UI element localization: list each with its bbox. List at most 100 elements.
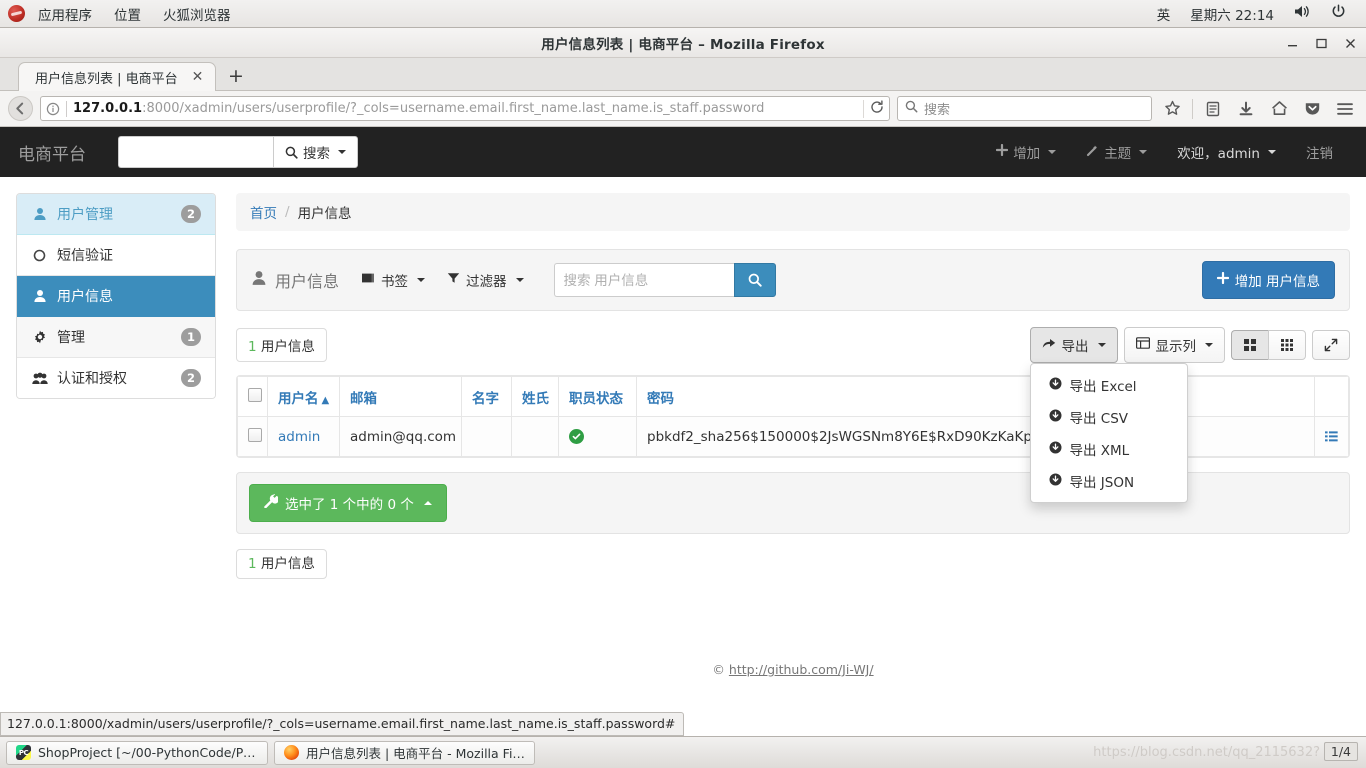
home-icon[interactable] xyxy=(1266,96,1292,122)
page-viewport: 电商平台 搜索 增加 主题 欢迎，admin 注销 用户管理 2 短信验证 用户… xyxy=(0,127,1366,736)
footer-link[interactable]: http://github.com/Ji-WJ/ xyxy=(729,662,874,677)
select-all-checkbox[interactable] xyxy=(248,387,262,402)
column-header-last-name[interactable]: 姓氏 xyxy=(511,376,559,417)
url-host: 127.0.0.1 xyxy=(73,101,143,116)
chevron-down-icon xyxy=(1048,150,1057,154)
taskbar-item-label: 用户信息列表 | 电商平台 - Mozilla Fi… xyxy=(306,746,525,761)
page-info-icon[interactable] xyxy=(46,102,60,116)
grid-small-icon[interactable] xyxy=(1268,330,1306,360)
download-circle-icon xyxy=(1049,377,1062,394)
columns-button[interactable]: 显示列 xyxy=(1123,327,1225,363)
result-count-label: 用户信息 xyxy=(260,339,315,355)
export-json-item[interactable]: 导出 JSON xyxy=(1031,465,1187,497)
navbar-item-logout[interactable]: 注销 xyxy=(1291,127,1348,177)
cell-last-name xyxy=(511,416,559,457)
filters-label: 过滤器 xyxy=(466,274,507,290)
username-link[interactable]: admin xyxy=(278,429,320,445)
breadcrumb-home[interactable]: 首页 xyxy=(250,202,277,222)
navbar-item-user-label: 欢迎，admin xyxy=(1177,146,1260,162)
app-brand[interactable]: 电商平台 xyxy=(18,140,118,165)
grid-large-icon[interactable] xyxy=(1231,330,1268,360)
fedora-logo-icon[interactable] xyxy=(8,5,25,22)
navbar-search-button[interactable]: 搜索 xyxy=(273,136,358,168)
cell-is-staff xyxy=(558,416,637,457)
taskbar-item-label: ShopProject [~/00-PythonCode/Pro… xyxy=(38,745,258,760)
close-button[interactable] xyxy=(1343,36,1358,51)
add-user-button[interactable]: 增加 用户信息 xyxy=(1201,261,1335,299)
search-input[interactable] xyxy=(553,263,734,297)
sidebar-nav-list: 用户管理 2 短信验证 用户信息 管理 1 认证和授权 2 xyxy=(16,193,216,399)
bookmarks-dropdown[interactable]: 书签 xyxy=(361,270,426,290)
list-menu-icon[interactable] xyxy=(1325,430,1338,443)
new-tab-button[interactable]: + xyxy=(216,67,254,90)
column-header-email[interactable]: 邮箱 xyxy=(339,376,462,417)
search-icon xyxy=(748,273,762,287)
sidebar-item-management[interactable]: 管理 1 xyxy=(17,317,215,358)
pocket-icon[interactable] xyxy=(1299,96,1325,122)
navbar-search-button-label: 搜索 xyxy=(303,146,330,162)
sidebar-group-label: 用户管理 xyxy=(57,207,113,223)
url-path: :8000/xadmin/users/userprofile/?_cols=us… xyxy=(142,101,765,116)
column-header-password[interactable]: 密码 xyxy=(636,376,1315,417)
chevron-down-icon xyxy=(1205,343,1213,347)
filters-dropdown[interactable]: 过滤器 xyxy=(447,270,524,290)
url-bar[interactable]: 127.0.0.1:8000/xadmin/users/userprofile/… xyxy=(40,96,890,121)
back-arrow-icon[interactable] xyxy=(8,96,33,121)
expand-icon[interactable] xyxy=(1312,330,1350,360)
volume-icon[interactable] xyxy=(1284,2,1321,25)
sidebar-item-badge: 2 xyxy=(180,369,201,387)
result-count-bottom-label: 用户信息 xyxy=(260,556,315,572)
search-submit-button[interactable] xyxy=(733,263,776,297)
export-button[interactable]: 导出 xyxy=(1029,327,1118,363)
menu-hamburger-icon[interactable] xyxy=(1332,96,1358,122)
column-header-username[interactable]: 用户名 ▲ xyxy=(267,376,340,417)
chevron-down-icon xyxy=(1139,150,1148,154)
circle-icon xyxy=(31,249,48,262)
taskbar-item-pycharm[interactable]: PC ShopProject [~/00-PythonCode/Pro… xyxy=(6,740,268,765)
downloads-icon[interactable] xyxy=(1233,96,1259,122)
input-method-indicator[interactable]: 英 xyxy=(1147,2,1181,26)
minimize-button[interactable] xyxy=(1285,36,1300,51)
power-icon[interactable] xyxy=(1321,2,1356,25)
sidebar-group-user-management[interactable]: 用户管理 2 xyxy=(17,194,215,235)
panel-search-form xyxy=(553,263,776,297)
row-checkbox[interactable] xyxy=(248,427,262,442)
download-circle-icon xyxy=(1049,473,1062,490)
export-excel-item[interactable]: 导出 Excel xyxy=(1031,369,1187,401)
result-count-top: 1 用户信息 xyxy=(236,328,327,362)
library-icon[interactable] xyxy=(1200,96,1226,122)
sidebar-item-auth[interactable]: 认证和授权 2 xyxy=(17,358,215,398)
maximize-button[interactable] xyxy=(1314,36,1329,51)
navbar-search-input[interactable] xyxy=(118,136,273,168)
reload-icon[interactable] xyxy=(863,99,884,118)
bulk-action-button[interactable]: 选中了 1 个中的 0 个 xyxy=(249,484,447,522)
export-xml-item[interactable]: 导出 XML xyxy=(1031,433,1187,465)
panel-menu-places[interactable]: 位置 xyxy=(103,2,152,26)
browser-search-bar[interactable]: 搜索 xyxy=(897,96,1152,121)
sidebar-item-sms-verify[interactable]: 短信验证 xyxy=(17,235,215,276)
book-icon xyxy=(361,272,375,288)
sidebar: 用户管理 2 短信验证 用户信息 管理 1 认证和授权 2 xyxy=(16,193,216,677)
nav-divider xyxy=(1192,98,1193,119)
panel-menus: 应用程序 位置 火狐浏览器 xyxy=(0,2,242,26)
bookmark-star-icon[interactable] xyxy=(1159,96,1185,122)
panel-menu-applications[interactable]: 应用程序 xyxy=(27,2,103,26)
panel-menu-firefox[interactable]: 火狐浏览器 xyxy=(152,2,242,26)
export-csv-item[interactable]: 导出 CSV xyxy=(1031,401,1187,433)
desktop-taskbar: PC ShopProject [~/00-PythonCode/Pro… 用户信… xyxy=(0,736,1366,768)
row-select-cell xyxy=(237,416,268,457)
page-title-label: 用户信息 xyxy=(275,272,340,291)
navbar-item-theme[interactable]: 主题 xyxy=(1071,127,1162,177)
navbar-item-add[interactable]: 增加 xyxy=(981,127,1071,177)
browser-tab[interactable]: 用户信息列表 | 电商平台 ✕ xyxy=(18,62,216,91)
taskbar-item-firefox[interactable]: 用户信息列表 | 电商平台 - Mozilla Fi… xyxy=(274,740,535,765)
close-icon[interactable]: ✕ xyxy=(192,69,204,85)
column-header-is-staff[interactable]: 职员状态 xyxy=(558,376,637,417)
column-header-first-name[interactable]: 名字 xyxy=(461,376,512,417)
sort-asc-icon: ▲ xyxy=(321,394,330,406)
navbar-item-logout-label: 注销 xyxy=(1306,146,1333,162)
navbar-item-user[interactable]: 欢迎，admin xyxy=(1162,127,1291,177)
clock[interactable]: 星期六 22:14 xyxy=(1180,2,1284,26)
sidebar-item-userprofile[interactable]: 用户信息 xyxy=(17,276,215,317)
pycharm-icon: PC xyxy=(16,745,31,760)
